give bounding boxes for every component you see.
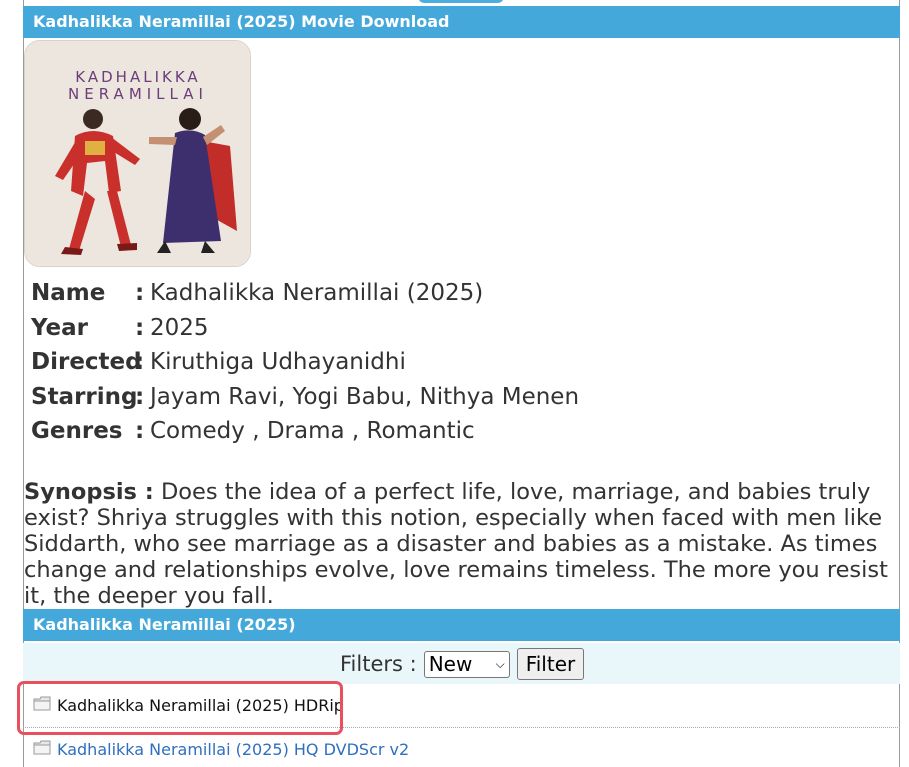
poster-image: KADHALIKKA NERAMILLAI xyxy=(25,41,250,266)
info-label: Year xyxy=(31,314,89,341)
info-label: Directed xyxy=(31,349,142,375)
filter-label: Filters : xyxy=(340,652,417,676)
page-title: Kadhalikka Neramillai (2025) Movie Downl… xyxy=(23,6,900,38)
info-value: Comedy , Drama , Romantic xyxy=(150,418,475,444)
info-value: Kiruthiga Udhayanidhi xyxy=(150,349,406,375)
info-colon: : xyxy=(135,349,145,375)
info-value: 2025 xyxy=(150,314,209,341)
synopsis: Synopsis : Does the idea of a perfect li… xyxy=(24,479,899,609)
filter-select[interactable]: New ⌵ xyxy=(423,650,510,678)
info-label: Genres xyxy=(31,418,123,444)
poster-title-1: KADHALIKKA xyxy=(75,68,200,86)
filter-button[interactable]: Filter xyxy=(516,648,585,680)
info-value: Kadhalikka Neramillai (2025) xyxy=(150,280,484,306)
synopsis-text: Does the idea of a perfect life, love, m… xyxy=(24,479,888,609)
synopsis-label: Synopsis : xyxy=(24,479,154,505)
info-colon: : xyxy=(135,418,145,444)
info-colon: : xyxy=(135,280,145,306)
info-colon: : xyxy=(135,314,145,341)
section-title: Kadhalikka Neramillai (2025) xyxy=(23,609,900,641)
movie-poster: KADHALIKKA NERAMILLAI xyxy=(24,40,251,267)
highlight-box xyxy=(17,681,343,735)
folder-icon xyxy=(33,740,51,759)
info-label: Name xyxy=(31,280,106,306)
file-link-hq-dvdscr[interactable]: Kadhalikka Neramillai (2025) HQ DVDScr v… xyxy=(33,740,409,759)
info-label: Starring xyxy=(31,383,138,410)
poster-title-2: NERAMILLAI xyxy=(68,85,208,103)
filter-bar: Filters : New ⌵ Filter xyxy=(23,643,900,684)
info-value: Jayam Ravi, Yogi Babu, Nithya Menen xyxy=(150,383,580,410)
file-name[interactable]: Kadhalikka Neramillai (2025) HQ DVDScr v… xyxy=(57,740,409,759)
filter-selected-value: New xyxy=(428,652,473,676)
info-colon: : xyxy=(135,383,145,410)
chevron-down-icon: ⌵ xyxy=(495,656,505,671)
